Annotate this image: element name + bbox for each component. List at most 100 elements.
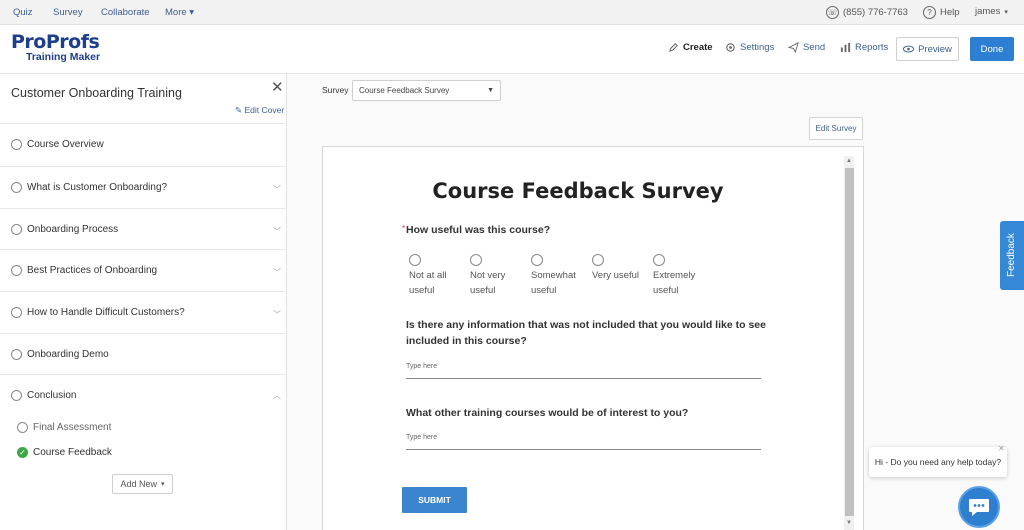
sidebar-item-conclusion[interactable]: Conclusion (11, 390, 76, 401)
nav-more-label: More (165, 7, 187, 18)
eye-icon (903, 45, 915, 53)
gear-icon (726, 43, 735, 52)
sidebar-subitem-course-feedback[interactable]: ✓ Course Feedback (17, 447, 112, 458)
chevron-up-icon[interactable]: ︿ (273, 390, 281, 401)
course-title: Customer Onboarding Training (11, 86, 182, 100)
close-icon[interactable]: ✕ (271, 78, 284, 96)
option-label: useful (409, 285, 435, 296)
sidebar-item-label: Conclusion (27, 390, 77, 401)
divider (0, 208, 286, 209)
nav-survey[interactable]: Survey (53, 7, 83, 18)
app-header: ProProfs Training Maker Create Settings … (0, 25, 1024, 74)
scroll-down-icon[interactable]: ▼ (846, 520, 852, 526)
divider (0, 374, 286, 375)
chevron-down-icon: ▾ (161, 481, 165, 488)
survey-select[interactable]: Course Feedback Survey ▼ (352, 80, 501, 101)
sidebar-item-course-overview[interactable]: Course Overview (11, 139, 104, 150)
divider (0, 123, 286, 124)
edit-survey-button[interactable]: Edit Survey (809, 117, 863, 140)
user-menu[interactable]: james ▾ (975, 6, 1008, 17)
sidebar-item-what-is-onboarding[interactable]: What is Customer Onboarding? (11, 182, 167, 193)
submit-button[interactable]: SUBMIT (402, 487, 467, 513)
radio-icon (470, 254, 482, 266)
chevron-down-icon[interactable]: ﹀ (273, 226, 281, 237)
chevron-down-icon: ▾ (1004, 8, 1008, 16)
edit-cover-link[interactable]: ✎ Edit Cover (235, 105, 284, 116)
chevron-down-icon[interactable]: ﹀ (273, 309, 281, 320)
question-2: Is there any information that was not in… (406, 317, 766, 349)
survey-title: Course Feedback Survey (432, 179, 724, 203)
user-name: james (975, 6, 1001, 17)
feedback-tab-label: Feedback (1006, 233, 1017, 277)
survey-label: Survey (322, 85, 349, 95)
bar-chart-icon (840, 42, 851, 53)
scrollbar-thumb[interactable] (845, 168, 854, 516)
help-label: Help (940, 7, 960, 18)
done-button[interactable]: Done (970, 37, 1014, 61)
sidebar-item-onboarding-demo[interactable]: Onboarding Demo (11, 349, 109, 360)
send-icon (788, 42, 799, 53)
help-link[interactable]: ? Help (923, 6, 960, 19)
chat-icon (969, 499, 989, 516)
feedback-tab[interactable]: Feedback (1000, 221, 1024, 290)
course-sidebar: Customer Onboarding Training ✕ ✎ Edit Co… (0, 74, 287, 530)
sidebar-subitem-label: Final Assessment (33, 422, 112, 433)
option-not-very-useful[interactable]: Not very useful (470, 254, 530, 298)
option-extremely-useful[interactable]: Extremely useful (653, 254, 713, 298)
phone-number: ☏ (855) 776-7763 (826, 6, 908, 19)
help-icon: ? (923, 6, 936, 19)
checkmark-icon: ✓ (17, 447, 28, 458)
settings-button[interactable]: Settings (725, 42, 774, 53)
answer-3-input[interactable]: Type here (406, 434, 437, 441)
sidebar-item-onboarding-process[interactable]: Onboarding Process (11, 224, 118, 235)
logo-subtitle: Training Maker (26, 51, 101, 63)
preview-button[interactable]: Preview (896, 37, 959, 61)
chevron-down-icon[interactable]: ﹀ (273, 184, 281, 195)
sidebar-item-best-practices[interactable]: Best Practices of Onboarding (11, 265, 157, 276)
close-icon[interactable]: ✕ (998, 444, 1005, 453)
question-2-line-2: included in this course? (406, 335, 527, 347)
required-marker: * (402, 224, 406, 233)
chevron-down-icon[interactable]: ﹀ (273, 267, 281, 278)
option-very-useful[interactable]: Very useful (592, 254, 652, 283)
sidebar-item-label: Best Practices of Onboarding (27, 265, 158, 276)
option-not-at-all-useful[interactable]: Not at all useful (409, 254, 469, 298)
radio-icon (11, 224, 22, 235)
radio-icon (11, 307, 22, 318)
sidebar-item-difficult-customers[interactable]: How to Handle Difficult Customers? (11, 307, 185, 318)
nav-collaborate[interactable]: Collaborate (101, 7, 150, 18)
chat-greeting[interactable]: Hi - Do you need any help today? (869, 447, 1007, 477)
radio-icon (653, 254, 665, 266)
option-label: Somewhat (531, 270, 576, 281)
answer-2-underline (406, 378, 761, 379)
radio-icon (11, 182, 22, 193)
radio-icon (11, 390, 22, 401)
question-3: What other training courses would be of … (406, 407, 689, 419)
create-button[interactable]: Create (668, 42, 713, 53)
top-nav-bar: Quiz Survey Collaborate More ▾ ☏ (855) 7… (0, 0, 1024, 25)
logo-part-1: Pro (11, 31, 46, 53)
answer-2-input[interactable]: Type here (406, 363, 437, 370)
radio-icon (17, 422, 28, 433)
nav-more[interactable]: More ▾ (165, 7, 194, 18)
option-somewhat-useful[interactable]: Somewhat useful (531, 254, 591, 298)
chat-button[interactable] (958, 486, 1000, 528)
phone-text: (855) 776-7763 (843, 7, 908, 18)
option-label: Not at all (409, 270, 447, 281)
option-label: Not very (470, 270, 506, 281)
sidebar-subitem-final-assessment[interactable]: Final Assessment (17, 422, 111, 433)
option-label: useful (653, 285, 679, 296)
settings-label: Settings (740, 42, 775, 53)
scroll-up-icon[interactable]: ▲ (846, 158, 852, 164)
phone-icon: ☏ (826, 6, 839, 19)
survey-select-value: Course Feedback Survey (359, 86, 450, 95)
edit-cover-label: Edit Cover (244, 105, 285, 115)
nav-quiz[interactable]: Quiz (13, 7, 33, 18)
radio-icon (11, 265, 22, 276)
reports-button[interactable]: Reports (840, 42, 888, 53)
add-new-button[interactable]: Add New ▾ (112, 474, 173, 494)
chevron-down-icon: ▼ (487, 87, 494, 94)
reports-label: Reports (855, 42, 889, 53)
radio-icon (11, 139, 22, 150)
send-button[interactable]: Send (788, 42, 825, 53)
